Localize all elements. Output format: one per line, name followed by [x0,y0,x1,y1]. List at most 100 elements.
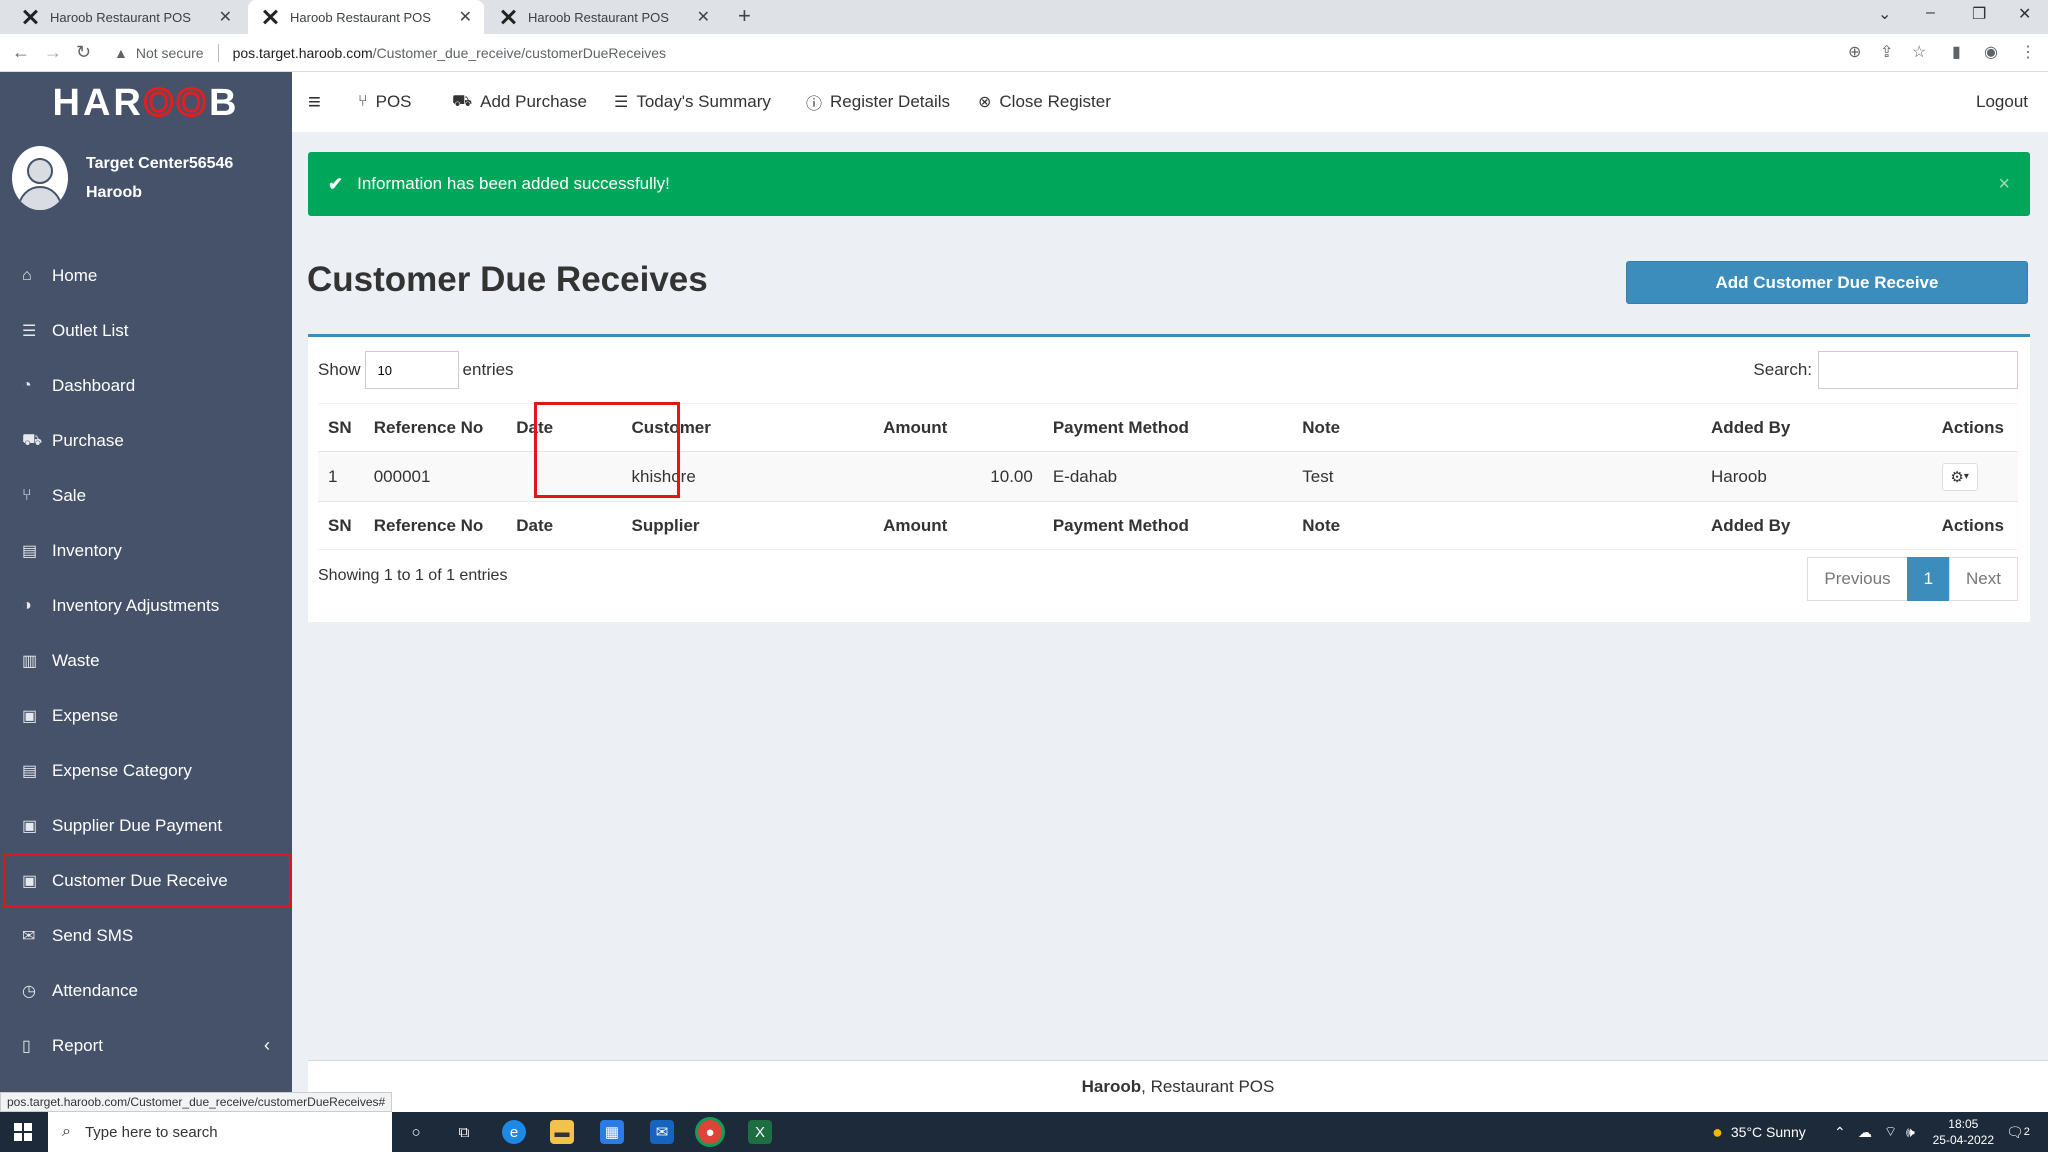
sidebar-item-dashboard[interactable]: ◔ Dashboard [0,358,292,413]
tab-close-icon[interactable]: ✕ [697,7,710,27]
nav-register-details[interactable]: ⓘ Register Details [806,72,950,132]
col-customer[interactable]: Customer [621,403,874,452]
back-icon[interactable]: ← [12,42,30,63]
forward-icon[interactable]: → [44,42,62,63]
sidebar-item-expense[interactable]: ▣ Expense [0,688,292,743]
browser-menu-icon[interactable]: ⋮ [2020,42,2036,62]
edge-icon[interactable]: e [502,1120,526,1144]
alert-close-icon[interactable]: × [1998,173,2010,196]
logout-link[interactable]: Logout [1976,72,2028,132]
notifications-icon[interactable]: 🗨 2 [2006,1112,2030,1152]
sidebar-item-send-sms[interactable]: ✉ Send SMS [0,908,292,963]
taskbar-search[interactable]: ⌕ Type here to search [48,1112,392,1152]
volume-icon[interactable]: 🕪 [1906,1112,1915,1152]
tab-close-icon[interactable]: ✕ [219,7,232,27]
sidebar-item-label: Expense Category [52,760,192,780]
weather-widget[interactable]: ● 35°C Sunny [1712,1112,1806,1152]
sidebar-item-label: Inventory Adjustments [52,595,220,615]
sidebar-item-outlet-list[interactable]: ☰ Outlet List [0,303,292,358]
sidebar-item-home[interactable]: ⌂ Home [0,248,292,303]
search-control: Search: [1753,351,2018,389]
sidebar-item-supplier-due-payment[interactable]: ▣ Supplier Due Payment [0,798,292,853]
clock[interactable]: 18:05 25-04-2022 [1933,1116,1994,1148]
pagination: Previous 1 Next [1807,557,2018,601]
clock-icon: ◷ [22,982,36,1000]
col-payment-method[interactable]: Payment Method [1042,403,1293,452]
menu-toggle-icon[interactable]: ≡ [308,72,321,132]
sidebar-menu: ⌂ Home ☰ Outlet List ◔ Dashboard ⛟ Purchase ⑂ Sal… [0,248,292,1073]
foot-amount: Amount [873,501,1043,550]
col-date[interactable]: Date [506,403,622,452]
actions-dropdown-button[interactable]: ⚙ ▾ [1941,462,1978,491]
search-input[interactable] [1818,351,2018,389]
browser-tab-2[interactable]: Haroob Restaurant POS ✕ [248,0,484,34]
sidebar-item-sale[interactable]: ⑂ Sale [0,468,292,523]
minimize-icon[interactable]: – [1926,4,1935,22]
pagination-next[interactable]: Next [1949,557,2018,601]
sidebar-item-inventory-adjustments[interactable]: ◑ Inventory Adjustments [0,578,292,633]
foot-sn: SN [318,501,364,550]
cell-actions: ⚙ ▾ [1931,451,2018,502]
customer-due-table: SN Reference No Date Customer Amount Pay… [318,403,2018,550]
sidebar-item-report[interactable]: ▯ Report ‹ [0,1018,292,1073]
tab-close-icon[interactable]: ✕ [459,7,472,27]
sidebar-item-attendance[interactable]: ◷ Attendance [0,963,292,1018]
task-view-icon[interactable]: ⧉ [452,1120,476,1144]
col-added-by[interactable]: Added By [1701,403,1932,452]
url-field[interactable]: ▲ Not secure pos.target.haroob.com /Cust… [114,38,1854,68]
mail-icon[interactable]: ✉ [650,1120,674,1144]
sidebar-item-label: Sale [52,485,87,505]
sidebar-item-label: Dashboard [52,375,136,395]
foot-note: Note [1292,501,1702,550]
truck-icon: ⛟ [452,93,473,110]
col-amount[interactable]: Amount [873,403,1043,452]
pagination-page-1[interactable]: 1 [1906,557,1951,601]
store-icon[interactable]: ▦ [600,1120,624,1144]
zoom-icon[interactable]: ⊕ [1848,42,1861,62]
sidebar-item-purchase[interactable]: ⛟ Purchase [0,413,292,468]
user-name: Haroob [86,184,142,201]
onedrive-icon[interactable]: ☁ [1858,1112,1872,1152]
windows-start-icon[interactable] [14,1123,32,1141]
sidebar-item-label: Waste [52,650,100,670]
address-bar-row: ← → ↻ ▲ Not secure pos.target.haroob.com… [0,34,2048,72]
nav-pos[interactable]: ⑂ POS [358,72,412,132]
sidebar-item-customer-due-receive[interactable]: ▣ Customer Due Receive [3,853,292,908]
sidebar-item-inventory[interactable]: ▤ Inventory [0,523,292,578]
haroob-logo[interactable]: HAR OO B [0,72,292,134]
reload-icon[interactable]: ↻ [76,42,91,63]
chrome-icon[interactable]: ● [698,1120,722,1144]
col-sn[interactable]: SN [318,403,364,452]
col-note[interactable]: Note [1292,403,1702,452]
close-window-icon[interactable]: ✕ [2018,4,2031,24]
restore-icon[interactable]: ❐ [1972,4,1986,24]
nav-close-register[interactable]: ⊗ Close Register [978,72,1111,132]
side-panel-icon[interactable]: ▮ [1952,42,1961,62]
nav-add-purchase[interactable]: ⛟ Add Purchase [452,72,587,132]
sidebar-item-label: Report [52,1035,104,1055]
new-tab-icon[interactable]: + [738,3,751,29]
col-reference-no[interactable]: Reference No [363,403,507,452]
file-explorer-icon[interactable]: ▬ [550,1120,574,1144]
page-footer: Haroob, Restaurant POS [308,1060,2048,1112]
pagination-previous[interactable]: Previous [1807,557,1908,601]
add-customer-due-receive-button[interactable]: Add Customer Due Receive [1626,261,2028,304]
excel-icon[interactable]: X [748,1120,772,1144]
network-icon[interactable]: ⌔ [1884,1112,1897,1152]
success-alert: ✔ Information has been added successfull… [308,152,2030,216]
sidebar-item-waste[interactable]: ▥ Waste [0,633,292,688]
sidebar-item-expense-category[interactable]: ▤ Expense Category [0,743,292,798]
browser-tab-3[interactable]: Haroob Restaurant POS ✕ [486,0,722,34]
tray-chevron-icon[interactable]: ⌃ [1834,1112,1846,1152]
share-icon[interactable]: ⇪ [1880,42,1893,62]
envelope-icon: ✉ [22,927,36,945]
bookmark-star-icon[interactable]: ☆ [1912,42,1926,62]
table-footer-row: SN Reference No Date Supplier Amount Pay… [318,501,2018,550]
browser-tab-1[interactable]: Haroob Restaurant POS ✕ [8,0,244,34]
tab-search-icon[interactable]: ⌄ [1878,4,1891,24]
profile-icon[interactable]: ◉ [1984,42,1998,62]
cutlery-icon: ⑂ [22,486,32,504]
page-length-select[interactable] [364,351,459,389]
cortana-icon[interactable]: ○ [404,1120,428,1144]
nav-todays-summary[interactable]: ☰ Today's Summary [614,72,771,132]
